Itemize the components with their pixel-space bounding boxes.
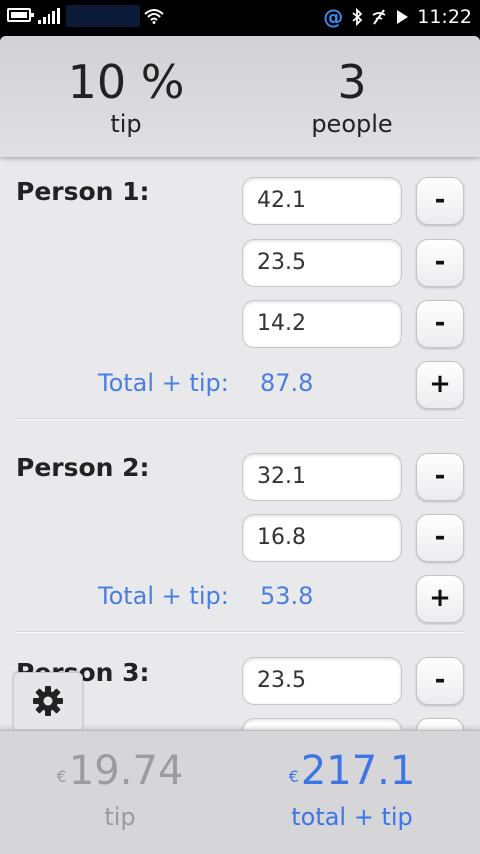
remove-amount-button[interactable]: -	[416, 177, 464, 225]
amount-input[interactable]: 14.2	[242, 300, 402, 348]
remove-amount-button[interactable]: -	[416, 300, 464, 348]
clock: 11:22	[417, 6, 472, 28]
no-signal-icon	[372, 9, 386, 25]
currency-symbol: €	[56, 767, 67, 786]
tip-percent-label: tip	[110, 110, 142, 138]
tip-summary: €19.74 tip	[0, 745, 240, 837]
divider	[14, 631, 466, 633]
total-value: 87.8	[260, 369, 314, 397]
gear-icon	[33, 686, 63, 716]
wifi-icon	[144, 9, 164, 24]
status-bar: @ 11:22	[0, 0, 480, 33]
person-label: Person 1:	[16, 177, 150, 206]
total-value: 53.8	[260, 582, 314, 610]
play-icon	[397, 10, 409, 24]
summary-footer: €19.74 tip €217.1 total + tip	[0, 730, 480, 854]
total-label: Total + tip:	[98, 582, 229, 610]
amount-input[interactable]: 23.5	[242, 239, 402, 287]
tip-percent-value: 10 %	[67, 55, 185, 109]
tip-summary-label: tip	[104, 803, 136, 831]
amount-input[interactable]: 32.1	[242, 453, 402, 501]
tip-calculator-app: 10 % tip 3 people Person 1: 42.1 - 23.5 …	[0, 36, 480, 854]
remove-amount-button[interactable]: -	[416, 514, 464, 562]
header: 10 % tip 3 people	[0, 36, 480, 157]
amount-input[interactable]	[242, 718, 402, 730]
people-count-selector[interactable]: 3 people	[232, 54, 472, 138]
signal-icon	[38, 8, 60, 24]
carrier-label	[66, 5, 140, 27]
bluetooth-icon	[352, 8, 363, 26]
grand-total-label: total + tip	[291, 803, 413, 831]
remove-amount-button[interactable]: -	[416, 718, 464, 730]
grand-total-value: 217.1	[300, 748, 416, 794]
tip-amount: €19.74	[0, 745, 240, 797]
person-label: Person 2:	[16, 453, 150, 482]
settings-button[interactable]	[13, 672, 83, 730]
grand-total: €217.1	[232, 745, 472, 797]
remove-amount-button[interactable]: -	[416, 657, 464, 705]
amount-input[interactable]: 42.1	[242, 177, 402, 225]
total-label: Total + tip:	[98, 369, 229, 397]
people-count-label: people	[311, 110, 393, 138]
amount-input[interactable]: 16.8	[242, 514, 402, 562]
battery-icon	[7, 8, 34, 22]
persons-list[interactable]: Person 1: 42.1 - 23.5 - 14.2 - Total + t…	[0, 157, 480, 730]
total-summary: €217.1 total + tip	[232, 745, 472, 837]
currency-symbol: €	[288, 767, 299, 786]
remove-amount-button[interactable]: -	[416, 239, 464, 287]
add-amount-button[interactable]: +	[416, 575, 464, 623]
people-count-value: 3	[337, 55, 367, 109]
tip-percent-selector[interactable]: 10 % tip	[6, 54, 246, 138]
remove-amount-button[interactable]: -	[416, 453, 464, 501]
tip-amount-value: 19.74	[68, 748, 184, 794]
add-amount-button[interactable]: +	[416, 361, 464, 409]
divider	[14, 418, 466, 420]
amount-input[interactable]: 23.5	[242, 657, 402, 705]
at-icon: @	[323, 5, 344, 29]
